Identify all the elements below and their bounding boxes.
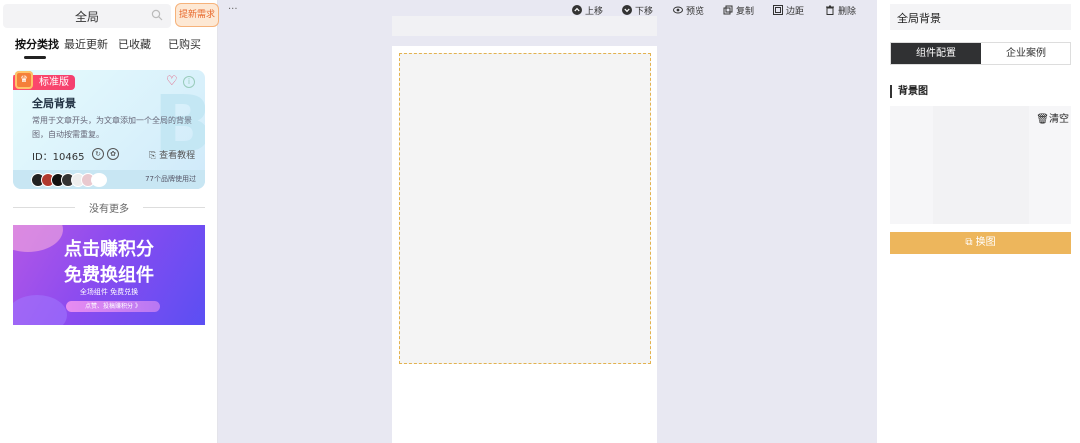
card-description: 常用于文章开头，为文章添加一个全局的背景图，自动按需重复。 — [32, 116, 192, 139]
divider-line — [143, 207, 205, 208]
banner-cta-button[interactable]: 点赞、投稿赚积分 》 — [66, 301, 160, 312]
tutorial-link[interactable]: ⎘ 查看教程 — [149, 148, 195, 161]
config-segmented-control: 组件配置 企业案例 — [890, 42, 1071, 65]
delete-button[interactable]: 删除 — [825, 4, 856, 17]
banner-headline-2: 免费换组件 — [64, 265, 154, 286]
crown-icon: ♛ — [15, 71, 33, 89]
margin-button[interactable]: 边距 — [773, 4, 804, 17]
usage-count: 77个品牌使用过 — [145, 175, 196, 183]
banner-subtitle: 全场组件 免费兑换 — [79, 288, 139, 296]
search-text: 全局 — [74, 10, 99, 24]
preview-button[interactable]: 预览 — [673, 4, 704, 17]
info-icon[interactable]: i — [183, 76, 195, 88]
panel-title: 全局背景 — [897, 12, 941, 25]
tab-recent[interactable]: 最近更新 — [64, 36, 108, 52]
no-more-divider: 没有更多 — [13, 200, 205, 215]
delete-label: 删除 — [838, 7, 857, 17]
background-image-preview: 🗑清空 — [890, 106, 1071, 224]
card-title: 全局背景 — [32, 97, 76, 110]
more-icon[interactable]: ··· — [228, 4, 238, 15]
swap-label: 换图 — [975, 237, 996, 248]
tab-enterprise-cases[interactable]: 企业案例 — [981, 43, 1071, 64]
new-request-button[interactable]: 提新需求 — [175, 3, 219, 27]
tab-favorites[interactable]: 已收藏 — [118, 36, 151, 52]
banner-headline-1: 点击赚积分 — [64, 239, 154, 260]
banner-decoration — [13, 295, 67, 325]
refresh-icon[interactable]: ↻ — [92, 148, 104, 160]
panel-header: 全局背景 — [890, 4, 1071, 30]
clear-label: 清空 — [1049, 114, 1069, 125]
brand-avatar — [91, 173, 107, 187]
wechat-icon[interactable]: ✿ — [107, 148, 119, 160]
section-title: 背景图 — [890, 85, 928, 98]
move-up-icon — [572, 5, 582, 15]
card-id: ID：10465 — [32, 152, 85, 163]
tab-component-config[interactable]: 组件配置 — [891, 43, 981, 64]
eye-icon — [673, 6, 683, 14]
previous-component-edge — [392, 16, 657, 36]
copy-icon — [723, 5, 733, 15]
copy-button[interactable]: 复制 — [723, 4, 754, 17]
background-placeholder[interactable] — [399, 53, 651, 364]
component-card[interactable]: B 标准版 ♛ ♡ i 全局背景 常用于文章开头，为文章添加一个全局的背景图，自… — [13, 70, 205, 189]
settings-panel: 全局背景 组件配置 企业案例 背景图 🗑清空 ⧉ 换图 — [877, 0, 1080, 443]
promo-banner[interactable]: 点击赚积分 免费换组件 全场组件 免费兑换 点赞、投稿赚积分 》 — [13, 225, 205, 325]
trash-icon — [826, 5, 834, 15]
category-tabs: 按分类找 最近更新 已收藏 已购买 — [0, 36, 218, 58]
preview-label: 预览 — [686, 7, 705, 17]
trash-icon: 🗑 — [1036, 114, 1049, 125]
margin-icon — [773, 5, 783, 15]
image-preview-area — [933, 106, 1029, 224]
tab-by-category[interactable]: 按分类找 — [15, 36, 59, 52]
tutorial-label: 查看教程 — [159, 151, 196, 161]
search-row: 全局 提新需求 — [0, 0, 219, 32]
clear-button[interactable]: 🗑清空 — [1036, 110, 1069, 125]
active-tab-indicator — [24, 56, 46, 59]
tab-purchased[interactable]: 已购买 — [168, 36, 201, 52]
move-down-icon — [622, 5, 632, 15]
editor-canvas — [392, 46, 657, 443]
search-icon[interactable] — [151, 9, 163, 21]
component-library-panel: 全局 提新需求 按分类找 最近更新 已收藏 已购买 B 标准版 ♛ ♡ i 全局… — [0, 0, 219, 443]
favorite-heart-icon[interactable]: ♡ — [166, 74, 178, 89]
image-swap-icon: ⧉ — [965, 237, 976, 248]
search-input[interactable]: 全局 — [3, 4, 171, 28]
swap-image-button[interactable]: ⧉ 换图 — [890, 232, 1071, 254]
margin-label: 边距 — [786, 7, 805, 17]
copy-label: 复制 — [736, 7, 755, 17]
